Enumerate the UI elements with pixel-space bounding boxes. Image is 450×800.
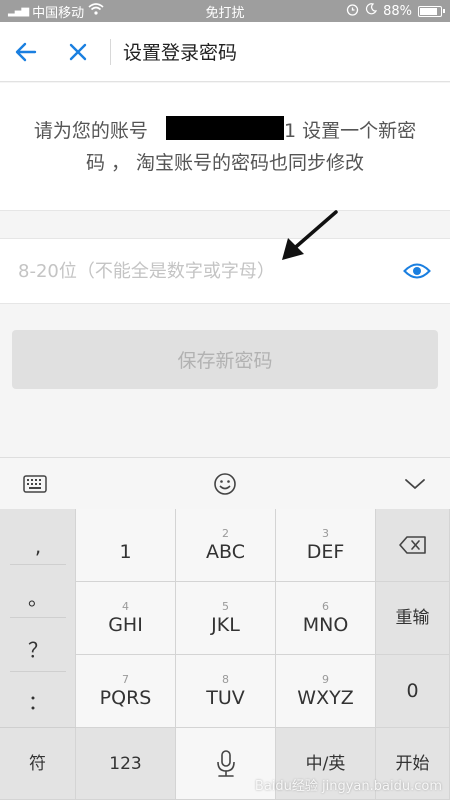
lang-switch-key[interactable]: 中/英 [276,728,376,800]
number-mode-key[interactable]: 123 [76,728,176,800]
punct-divider [10,617,66,618]
carrier-label: 中国移动 [32,5,85,21]
key-3-def[interactable]: 3 DEF [276,509,376,582]
save-password-button[interactable]: 保存新密码 [12,330,438,389]
key-2-abc[interactable]: 2 ABC [176,509,276,582]
emoji-button[interactable] [210,469,240,499]
reenter-key[interactable]: 重输 [376,582,450,655]
symbol-key[interactable]: 符 [0,728,76,800]
punct-divider [10,671,66,672]
hide-keyboard-button[interactable] [400,469,430,499]
microphone-icon [216,749,235,777]
voice-key[interactable] [176,728,276,800]
show-password-toggle[interactable] [402,260,432,282]
key-9-wxyz[interactable]: 9 WXYZ [276,655,376,728]
key-1[interactable]: 1 [76,509,176,582]
battery-percent: 88% [383,3,412,19]
info-line-2: 码 ， 淘宝账号的密码也同步修改 [85,152,365,174]
backspace-icon [398,536,426,554]
key-6-mno[interactable]: 6 MNO [276,582,376,655]
masked-account [165,116,284,140]
start-key[interactable]: 开始 [376,728,450,800]
smiley-icon [214,472,236,495]
key-4-ghi[interactable]: 4 GHI [76,582,176,655]
status-bar: ▂▄▆ 中国移动 免打扰 88% [0,0,450,22]
key-0[interactable]: 0 [376,655,450,728]
info-suffix: 1 设置一个新密 [283,120,417,142]
key-8-tuv[interactable]: 8 TUV [176,655,276,728]
page-title: 设置登录密码 [123,42,238,64]
info-prefix: 请为您的账号 [33,120,148,142]
battery-icon [418,5,445,17]
backspace-key[interactable] [376,509,450,582]
key-7-pqrs[interactable]: 7 PQRS [76,655,176,728]
punct-key[interactable]: 。 [0,569,76,623]
chevron-down-icon [405,478,425,489]
punctuation-column: , 。 ？ ： [0,509,76,727]
close-icon [69,43,87,60]
signal-icon: ▂▄▆ [8,5,29,17]
password-input[interactable] [18,260,402,282]
back-button[interactable] [0,22,52,82]
close-button[interactable] [52,22,104,82]
t9-keyboard: , 。 ？ ： 1 2 ABC 3 DEF 4 GHI 5 JKL 6 MNO 重输 7P… [0,509,450,800]
key-5-jkl[interactable]: 5 JKL [176,582,276,655]
info-panel: 请为您的账号 1 设置一个新密 码 ， 淘宝账号的密码也同步修改 [0,83,450,211]
keyboard-switch-button[interactable] [20,469,50,499]
info-line-1: 请为您的账号 1 设置一个新密 [24,115,426,147]
header-divider [110,38,111,65]
punct-key[interactable]: ： [0,673,76,727]
wifi-icon [88,3,104,19]
moon-icon [365,3,378,19]
keyboard-icon [23,474,47,493]
punct-key[interactable]: ？ [0,621,76,675]
eye-icon [403,263,431,279]
punct-divider [10,564,66,565]
keyboard-toolbar [0,457,450,509]
password-row [0,238,450,304]
arrow-left-icon [15,42,37,61]
alarm-icon [346,3,359,20]
nav-header: 设置登录密码 [0,22,450,82]
